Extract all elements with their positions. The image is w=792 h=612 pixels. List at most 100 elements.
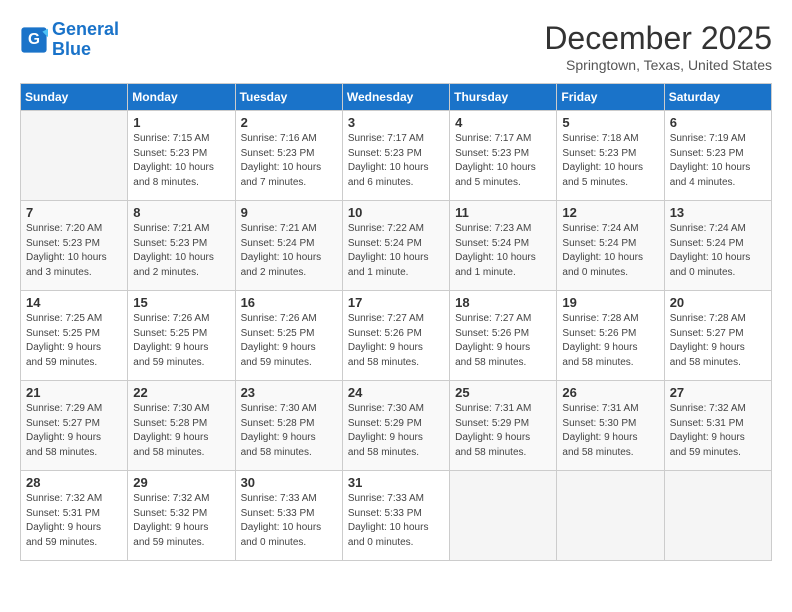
day-number: 3: [348, 115, 444, 130]
day-number: 18: [455, 295, 551, 310]
page-header: G General Blue December 2025 Springtown,…: [20, 20, 772, 73]
calendar-cell: 4 Sunrise: 7:17 AM Sunset: 5:23 PM Daylig…: [450, 111, 557, 201]
day-info: Sunrise: 7:22 AM Sunset: 5:24 PM Dayligh…: [348, 222, 444, 280]
day-number: 9: [241, 205, 337, 220]
logo: G General Blue: [20, 20, 119, 60]
day-info: Sunrise: 7:30 AM Sunset: 5:28 PM Dayligh…: [241, 402, 337, 460]
calendar-cell: 9 Sunrise: 7:21 AM Sunset: 5:24 PM Daylig…: [235, 201, 342, 291]
calendar-cell: 10 Sunrise: 7:22 AM Sunset: 5:24 PM Dayli…: [342, 201, 449, 291]
calendar-cell: 2 Sunrise: 7:16 AM Sunset: 5:23 PM Daylig…: [235, 111, 342, 201]
day-info: Sunrise: 7:15 AM Sunset: 5:23 PM Dayligh…: [133, 132, 229, 190]
calendar-cell: 3 Sunrise: 7:17 AM Sunset: 5:23 PM Daylig…: [342, 111, 449, 201]
day-info: Sunrise: 7:30 AM Sunset: 5:29 PM Dayligh…: [348, 402, 444, 460]
day-number: 16: [241, 295, 337, 310]
day-info: Sunrise: 7:26 AM Sunset: 5:25 PM Dayligh…: [133, 312, 229, 370]
day-number: 23: [241, 385, 337, 400]
day-header-saturday: Saturday: [664, 84, 771, 111]
day-number: 30: [241, 475, 337, 490]
day-number: 17: [348, 295, 444, 310]
day-number: 26: [562, 385, 658, 400]
day-number: 6: [670, 115, 766, 130]
day-number: 13: [670, 205, 766, 220]
day-number: 21: [26, 385, 122, 400]
calendar-cell: 24Sunrise: 7:30 AM Sunset: 5:29 PM Dayli…: [342, 381, 449, 471]
day-info: Sunrise: 7:32 AM Sunset: 5:31 PM Dayligh…: [670, 402, 766, 460]
day-info: Sunrise: 7:17 AM Sunset: 5:23 PM Dayligh…: [348, 132, 444, 190]
day-header-sunday: Sunday: [21, 84, 128, 111]
day-info: Sunrise: 7:33 AM Sunset: 5:33 PM Dayligh…: [348, 492, 444, 550]
day-number: 5: [562, 115, 658, 130]
logo-text: General Blue: [52, 20, 119, 60]
logo-line2: Blue: [52, 39, 91, 59]
day-number: 1: [133, 115, 229, 130]
day-number: 27: [670, 385, 766, 400]
calendar-cell: 28 Sunrise: 7:32 AM Sunset: 5:31 PM Dayli…: [21, 471, 128, 561]
calendar-cell: [450, 471, 557, 561]
day-info: Sunrise: 7:16 AM Sunset: 5:23 PM Dayligh…: [241, 132, 337, 190]
calendar-cell: 14 Sunrise: 7:25 AM Sunset: 5:25 PM Dayli…: [21, 291, 128, 381]
day-number: 11: [455, 205, 551, 220]
day-info: Sunrise: 7:31 AM Sunset: 5:30 PM Dayligh…: [562, 402, 658, 460]
calendar-cell: 20 Sunrise: 7:28 AM Sunset: 5:27 PM Dayli…: [664, 291, 771, 381]
day-info: Sunrise: 7:30 AM Sunset: 5:28 PM Dayligh…: [133, 402, 229, 460]
day-number: 31: [348, 475, 444, 490]
day-info: Sunrise: 7:31 AM Sunset: 5:29 PM Dayligh…: [455, 402, 551, 460]
calendar-week-row: 28 Sunrise: 7:32 AM Sunset: 5:31 PM Dayli…: [21, 471, 772, 561]
day-info: Sunrise: 7:20 AM Sunset: 5:23 PM Dayligh…: [26, 222, 122, 280]
month-title: December 2025: [544, 20, 772, 57]
calendar-cell: 31 Sunrise: 7:33 AM Sunset: 5:33 PM Dayli…: [342, 471, 449, 561]
calendar-cell: 11Sunrise: 7:23 AM Sunset: 5:24 PM Dayli…: [450, 201, 557, 291]
calendar-cell: 25 Sunrise: 7:31 AM Sunset: 5:29 PM Dayli…: [450, 381, 557, 471]
day-number: 19: [562, 295, 658, 310]
day-number: 25: [455, 385, 551, 400]
day-header-wednesday: Wednesday: [342, 84, 449, 111]
day-info: Sunrise: 7:28 AM Sunset: 5:27 PM Dayligh…: [670, 312, 766, 370]
day-number: 8: [133, 205, 229, 220]
logo-icon: G: [20, 26, 48, 54]
calendar-cell: 1 Sunrise: 7:15 AM Sunset: 5:23 PM Daylig…: [128, 111, 235, 201]
calendar-cell: 21Sunrise: 7:29 AM Sunset: 5:27 PM Dayli…: [21, 381, 128, 471]
day-info: Sunrise: 7:18 AM Sunset: 5:23 PM Dayligh…: [562, 132, 658, 190]
day-number: 15: [133, 295, 229, 310]
day-info: Sunrise: 7:17 AM Sunset: 5:23 PM Dayligh…: [455, 132, 551, 190]
day-number: 4: [455, 115, 551, 130]
day-header-thursday: Thursday: [450, 84, 557, 111]
calendar-week-row: 14 Sunrise: 7:25 AM Sunset: 5:25 PM Dayli…: [21, 291, 772, 381]
calendar-week-row: 7 Sunrise: 7:20 AM Sunset: 5:23 PM Daylig…: [21, 201, 772, 291]
day-info: Sunrise: 7:21 AM Sunset: 5:24 PM Dayligh…: [241, 222, 337, 280]
calendar-week-row: 21Sunrise: 7:29 AM Sunset: 5:27 PM Dayli…: [21, 381, 772, 471]
day-info: Sunrise: 7:32 AM Sunset: 5:31 PM Dayligh…: [26, 492, 122, 550]
calendar-cell: 16 Sunrise: 7:26 AM Sunset: 5:25 PM Dayli…: [235, 291, 342, 381]
logo-line1: General: [52, 19, 119, 39]
day-info: Sunrise: 7:27 AM Sunset: 5:26 PM Dayligh…: [348, 312, 444, 370]
calendar-week-row: 1 Sunrise: 7:15 AM Sunset: 5:23 PM Daylig…: [21, 111, 772, 201]
title-area: December 2025 Springtown, Texas, United …: [544, 20, 772, 73]
day-info: Sunrise: 7:33 AM Sunset: 5:33 PM Dayligh…: [241, 492, 337, 550]
day-info: Sunrise: 7:27 AM Sunset: 5:26 PM Dayligh…: [455, 312, 551, 370]
location-subtitle: Springtown, Texas, United States: [544, 57, 772, 73]
day-info: Sunrise: 7:19 AM Sunset: 5:23 PM Dayligh…: [670, 132, 766, 190]
day-info: Sunrise: 7:24 AM Sunset: 5:24 PM Dayligh…: [562, 222, 658, 280]
calendar-cell: 26 Sunrise: 7:31 AM Sunset: 5:30 PM Dayli…: [557, 381, 664, 471]
day-number: 7: [26, 205, 122, 220]
calendar-cell: 17 Sunrise: 7:27 AM Sunset: 5:26 PM Dayli…: [342, 291, 449, 381]
calendar-cell: 18 Sunrise: 7:27 AM Sunset: 5:26 PM Dayli…: [450, 291, 557, 381]
calendar-cell: [21, 111, 128, 201]
day-number: 10: [348, 205, 444, 220]
day-number: 14: [26, 295, 122, 310]
day-info: Sunrise: 7:26 AM Sunset: 5:25 PM Dayligh…: [241, 312, 337, 370]
svg-text:G: G: [28, 31, 40, 48]
calendar-cell: 27 Sunrise: 7:32 AM Sunset: 5:31 PM Dayli…: [664, 381, 771, 471]
day-number: 22: [133, 385, 229, 400]
day-number: 20: [670, 295, 766, 310]
day-number: 28: [26, 475, 122, 490]
day-number: 2: [241, 115, 337, 130]
calendar-table: SundayMondayTuesdayWednesdayThursdayFrid…: [20, 83, 772, 561]
day-header-tuesday: Tuesday: [235, 84, 342, 111]
day-header-monday: Monday: [128, 84, 235, 111]
calendar-cell: 29Sunrise: 7:32 AM Sunset: 5:32 PM Dayli…: [128, 471, 235, 561]
day-info: Sunrise: 7:25 AM Sunset: 5:25 PM Dayligh…: [26, 312, 122, 370]
calendar-cell: 13 Sunrise: 7:24 AM Sunset: 5:24 PM Dayli…: [664, 201, 771, 291]
calendar-cell: 5 Sunrise: 7:18 AM Sunset: 5:23 PM Daylig…: [557, 111, 664, 201]
day-info: Sunrise: 7:24 AM Sunset: 5:24 PM Dayligh…: [670, 222, 766, 280]
